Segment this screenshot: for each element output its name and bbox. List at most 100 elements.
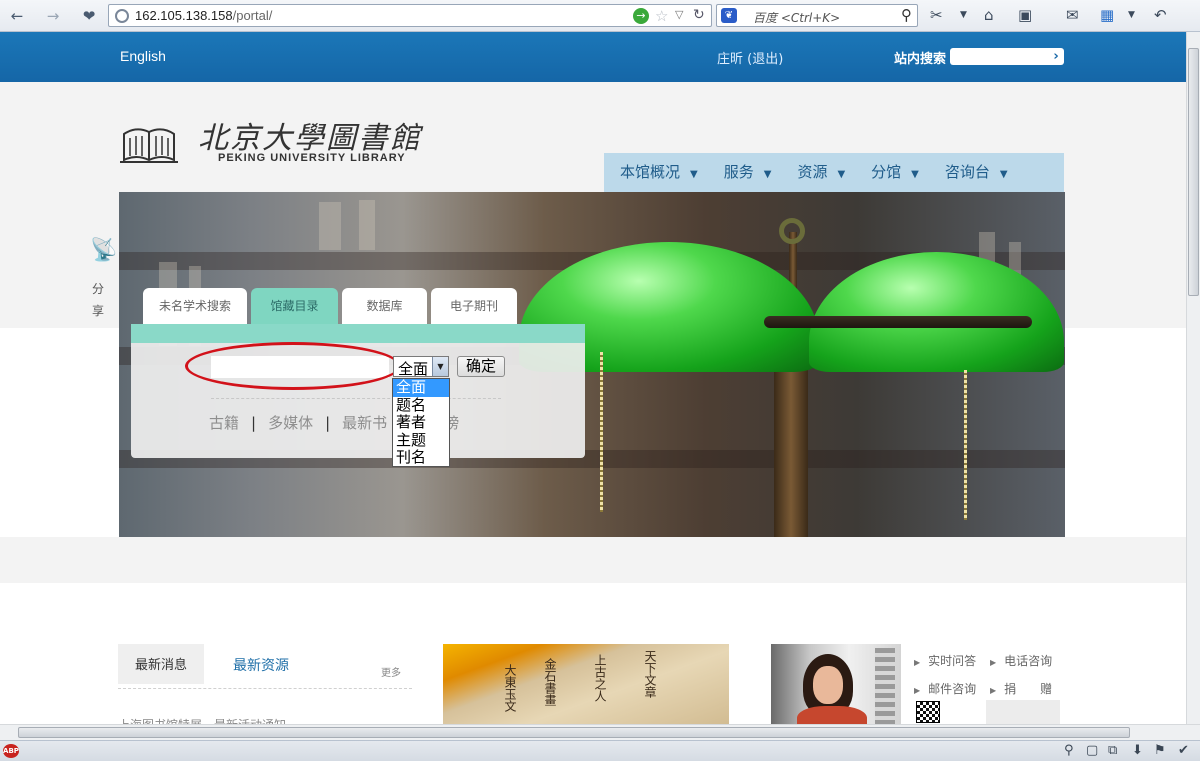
tab-databases[interactable]: 数据库 [342, 288, 427, 324]
chevron-down-icon[interactable]: ▼ [432, 357, 448, 376]
nav-item-reference-desk[interactable]: 咨询台 ▼ [919, 153, 1008, 192]
search-scope-select[interactable]: 全面 ▼ [393, 356, 449, 378]
address-bar[interactable]: 162.105.138.158/portal/ → ☆ ▽ ↻ [108, 4, 712, 27]
horizontal-scrollbar[interactable] [0, 724, 1200, 740]
quick-link-multimedia[interactable]: 多媒体 [268, 414, 313, 432]
main-navigation: 本馆概况 ▼ 服务 ▼ 资源 ▼ 分馆 ▼ 咨询台 ▼ [604, 153, 1064, 192]
service-link-donate[interactable]: ▶ 捐 赠 [990, 680, 1052, 697]
lamp-pull-chain [600, 352, 603, 512]
forward-icon[interactable]: → [42, 6, 64, 26]
tab-latest-resources[interactable]: 最新资源 [233, 655, 289, 675]
chevron-down-icon: ▼ [837, 169, 846, 180]
page-icon[interactable]: ▢ [1086, 743, 1098, 758]
qr-code-icon[interactable] [916, 701, 940, 723]
tab-catalog[interactable]: 馆藏目录 [251, 288, 338, 324]
flag-icon[interactable]: ⚑ [1154, 743, 1166, 758]
screenshot-icon[interactable]: ✂ [930, 6, 943, 24]
triangle-right-icon: ▶ [990, 686, 997, 695]
site-search-go-icon[interactable]: › [1048, 48, 1064, 65]
separator: | [325, 414, 331, 432]
chevron-down-icon[interactable]: ▼ [960, 10, 967, 20]
mail-icon[interactable]: ✉ [1066, 6, 1079, 24]
horizontal-scroll-thumb[interactable] [18, 727, 1130, 738]
nav-item-services[interactable]: 服务 ▼ [698, 153, 772, 192]
campus-tower [875, 648, 895, 724]
logo-chinese-title: 北京大學圖書館 [198, 121, 422, 156]
share-label[interactable]: 分享 [92, 278, 106, 322]
refresh-icon[interactable]: ↻ [693, 7, 705, 23]
nav-item-resources[interactable]: 资源 ▼ [771, 153, 845, 192]
search-icon[interactable]: ⚲ [1064, 743, 1074, 758]
reference-librarian-image[interactable] [771, 644, 901, 724]
quick-link-ancient-books[interactable]: 古籍 [209, 414, 239, 432]
search-icon[interactable]: ⚲ [901, 6, 912, 24]
search-scope-dropdown: 全面 题名 著者 主题 刊名 [392, 378, 450, 467]
search-scope-value: 全面 [398, 360, 429, 378]
baidu-paw-icon[interactable]: ❦ [721, 8, 737, 23]
vertical-scroll-thumb[interactable] [1188, 48, 1199, 296]
chevron-down-icon: ▼ [911, 169, 919, 180]
logo-english-title: PEKING UNIVERSITY LIBRARY [218, 152, 406, 164]
bookmark-star-icon[interactable]: ☆ [655, 7, 668, 25]
book-script-decoration: 天下文章 [643, 650, 657, 698]
divider [118, 688, 412, 689]
chevron-down-icon: ▼ [763, 169, 772, 180]
more-link[interactable]: 更多 [381, 664, 401, 679]
service-link-live-chat[interactable]: ▶ 实时问答 [914, 652, 976, 669]
scope-option-subject[interactable]: 主题 [393, 431, 449, 450]
home-icon[interactable]: ⌂ [984, 6, 994, 24]
chevron-down-icon: ▼ [690, 169, 698, 180]
book-script-decoration: 金石書畫 [543, 658, 557, 706]
triangle-right-icon: ▶ [914, 658, 921, 667]
green-lamp-shade-right [809, 252, 1064, 372]
vertical-scrollbar[interactable] [1186, 32, 1200, 724]
triangle-right-icon: ▶ [990, 658, 997, 667]
qr-caption-area [986, 700, 1060, 724]
download-icon[interactable]: ⬇ [1132, 743, 1143, 758]
red-annotation-ellipse [185, 342, 401, 390]
triangle-right-icon: ▶ [914, 686, 921, 695]
scope-option-title[interactable]: 题名 [393, 396, 449, 415]
scope-option-all[interactable]: 全面 [393, 378, 449, 397]
service-link-email[interactable]: ▶ 邮件咨询 [914, 680, 976, 697]
back-icon[interactable]: ← [6, 6, 28, 26]
history-icon[interactable]: ❤ [78, 6, 100, 26]
book-script-decoration: 上古之人 [593, 654, 607, 702]
site-search-label: 站内搜索 [894, 52, 947, 67]
adblock-icon[interactable]: ABP [3, 744, 19, 758]
person-face [813, 666, 843, 704]
browser-toolbar: ← → ❤ 162.105.138.158/portal/ → ☆ ▽ ↻ ❦ … [0, 0, 1200, 32]
browser-search-box[interactable]: ❦ 百度 <Ctrl+K> ⚲ [716, 4, 918, 27]
ancient-book-image[interactable]: 大東玉文 金石書畫 上古之人 天下文章 [443, 644, 729, 724]
bookmarks-icon[interactable]: ▣ [1018, 6, 1032, 24]
undo-close-tab-icon[interactable]: ↶ [1154, 6, 1167, 24]
scope-option-author[interactable]: 著者 [393, 413, 449, 432]
nav-item-about[interactable]: 本馆概况 ▼ [604, 153, 698, 192]
share-broadcast-icon[interactable]: 📡 [90, 238, 117, 263]
tab-latest-news[interactable]: 最新消息 [118, 644, 204, 684]
gray-band [0, 537, 1186, 583]
site-search-input[interactable] [950, 48, 1064, 65]
url-dropdown-icon[interactable]: ▽ [675, 8, 683, 21]
go-icon[interactable]: → [633, 8, 649, 24]
language-link[interactable]: English [120, 48, 166, 64]
tab-ejournals[interactable]: 电子期刊 [431, 288, 517, 324]
windows-icon[interactable]: ⧉ [1108, 743, 1117, 758]
news-list-item[interactable]: 上海图书馆特展…最新活动通知 [118, 716, 412, 724]
person-shirt [797, 706, 867, 724]
chevron-down-icon[interactable]: ▼ [1128, 10, 1135, 20]
bookshelf-book [319, 202, 341, 250]
scope-option-journal[interactable]: 刊名 [393, 448, 449, 467]
checkmark-icon[interactable]: ✔ [1178, 743, 1189, 758]
apps-icon[interactable]: ▦ [1100, 6, 1114, 24]
user-logout-link[interactable]: 庄昕 (退出) [717, 48, 783, 67]
search-submit-button[interactable]: 确定 [457, 356, 505, 377]
quick-link-new-books[interactable]: 最新书 [342, 414, 387, 432]
nav-item-branches[interactable]: 分馆 ▼ [845, 153, 919, 192]
lamp-crossbar [764, 316, 1032, 328]
divider [211, 398, 501, 399]
bookshelf-book [359, 200, 375, 250]
tab-scholar-search[interactable]: 未名学术搜索 [143, 288, 247, 324]
service-link-phone[interactable]: ▶ 电话咨询 [990, 652, 1052, 669]
library-logo-icon [120, 128, 178, 163]
